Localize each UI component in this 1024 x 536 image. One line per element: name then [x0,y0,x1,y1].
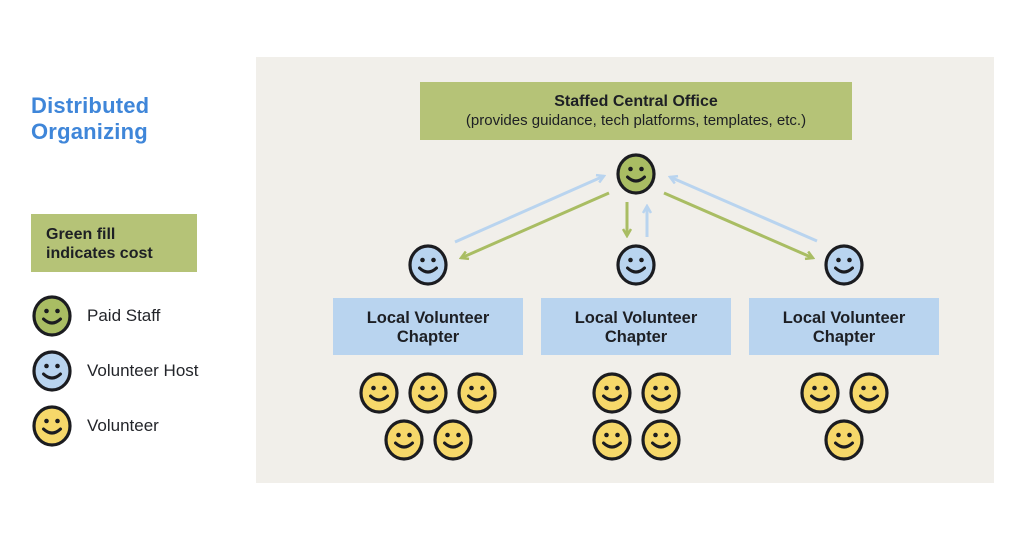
host-face-icon-1 [408,244,448,286]
host-face-icon-3 [824,244,864,286]
chapter-label-line-2: Chapter [812,328,876,346]
volunteer-face-icon [591,372,632,414]
volunteer-face-icon [383,419,424,461]
volunteer-face-icon [848,372,889,414]
volunteer-face-icon [640,419,681,461]
chapter-label-line-2: Chapter [396,328,460,346]
chapter-box-2: Local Volunteer Chapter [541,298,731,355]
volunteer-face-icon [640,372,681,414]
chapter-label-line-2: Chapter [604,328,668,346]
central-paid-staff-face-icon [616,153,656,195]
arrow-central-to-host3 [663,191,813,258]
volunteer-face-icon [408,372,448,414]
volunteer-face-icon [457,372,497,414]
chapter-label-line-1: Local Volunteer [574,309,698,327]
host-face-icon-2 [616,244,656,286]
volunteer-face-icon [432,419,473,461]
chapter-label-line-1: Local Volunteer [782,309,906,327]
chapter-label-line-1: Local Volunteer [366,309,490,327]
chapter-box-3: Local Volunteer Chapter [749,298,939,355]
volunteer-face-icon [591,419,632,461]
arrow-central-to-host1 [461,191,610,258]
arrow-host1-to-central [454,176,604,244]
chapter-box-1: Local Volunteer Chapter [333,298,523,355]
arrow-host3-to-central [670,177,818,243]
connector-arrows [454,0,818,536]
volunteer-face-icon [824,419,864,461]
volunteer-face-icon [799,372,840,414]
volunteer-face-icon [359,372,399,414]
